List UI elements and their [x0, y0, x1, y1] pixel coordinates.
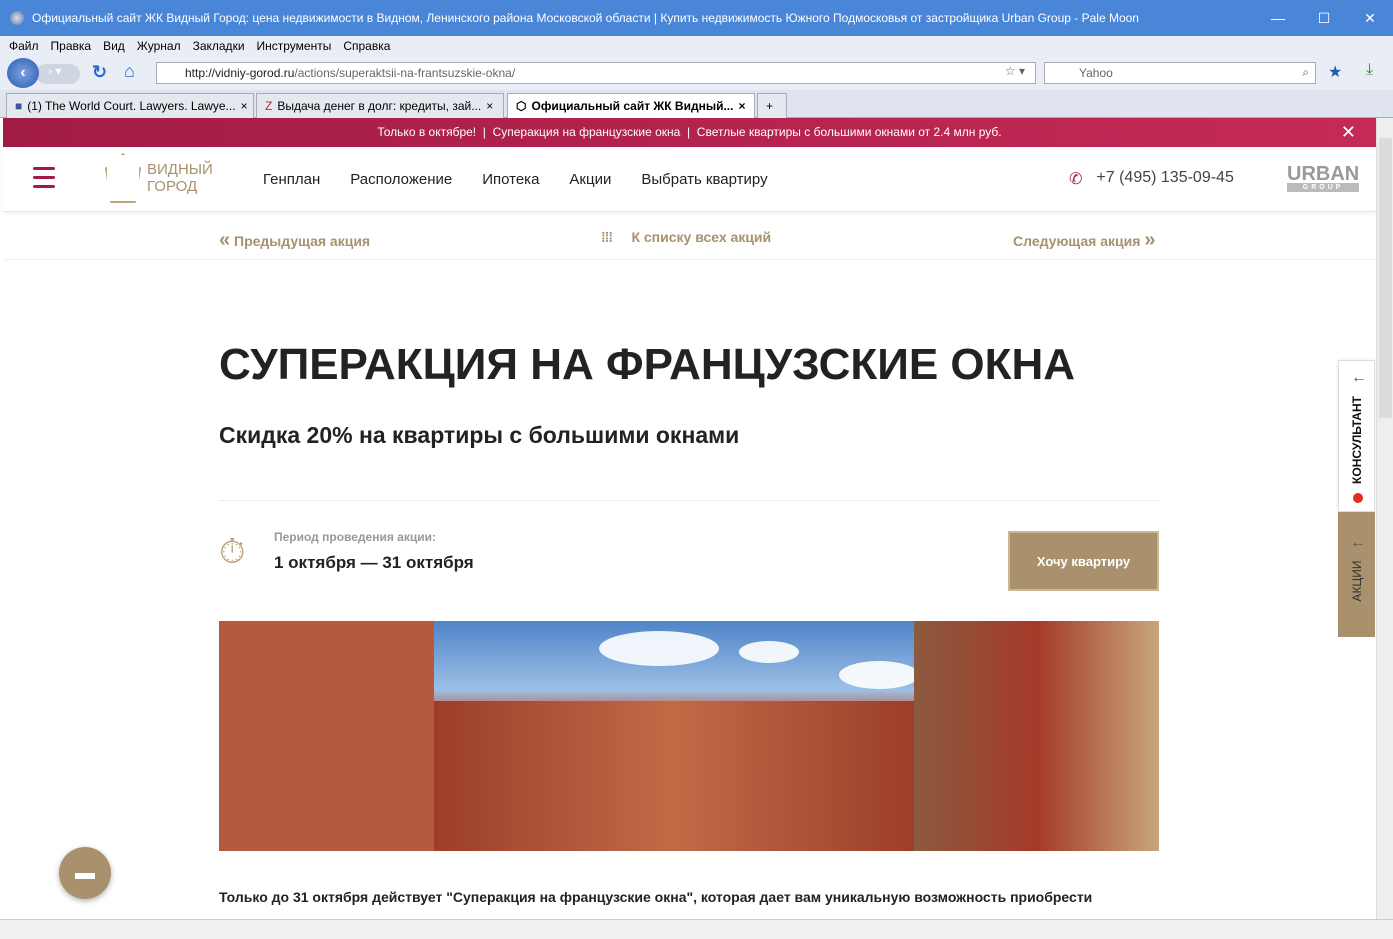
- close-window-button[interactable]: ✕: [1347, 0, 1393, 36]
- download-icon[interactable]: ⤓: [1366, 61, 1373, 79]
- facebook-icon: ■: [15, 99, 23, 113]
- stopwatch-icon: ⏱: [219, 533, 246, 571]
- arrow-left-icon: ←: [1350, 534, 1366, 551]
- close-tab-icon[interactable]: ×: [738, 99, 745, 113]
- chat-button[interactable]: ▬: [59, 847, 111, 899]
- bookmark-star-icon[interactable]: ☆ ▾: [1005, 64, 1025, 78]
- period-value: 1 октября — 31 октября: [274, 553, 474, 572]
- page-scrollbar[interactable]: [1376, 118, 1393, 919]
- actions-tab[interactable]: ← АКЦИИ: [1338, 512, 1375, 637]
- back-button[interactable]: ‹: [7, 58, 39, 88]
- site-logo[interactable]: ВИДНЫЙ ГОРОД: [105, 153, 213, 203]
- menu-edit[interactable]: Правка: [51, 39, 92, 53]
- tab-vidniy[interactable]: ⬡ Официальный сайт ЖК Видный... ×: [507, 93, 755, 118]
- consultant-tab[interactable]: ← КОНСУЛЬТАНТ: [1338, 360, 1375, 512]
- tab-facebook[interactable]: ■ (1) The World Court. Lawyers. Lawye... ×: [6, 93, 254, 118]
- reload-icon[interactable]: ↻: [92, 62, 107, 83]
- navigation-toolbar: › ▾ ‹ ↻ ⌂ http://vidniy-gorod.ru/actions…: [0, 56, 1393, 90]
- z-icon: Z: [265, 99, 273, 113]
- window-title: Официальный сайт ЖК Видный Город: цена н…: [32, 11, 1139, 25]
- scrollbar-thumb[interactable]: [1379, 138, 1392, 418]
- prev-action-link[interactable]: « Предыдущая акция: [219, 229, 370, 252]
- promo-building-image: [219, 621, 1159, 851]
- online-indicator: [1353, 493, 1363, 503]
- want-apartment-button[interactable]: Хочу квартиру: [1008, 531, 1159, 591]
- period-label: Период проведения акции:: [274, 530, 436, 544]
- new-tab-button[interactable]: +: [757, 93, 787, 118]
- menu-help[interactable]: Справка: [343, 39, 390, 53]
- window-titlebar: Официальный сайт ЖК Видный Город: цена н…: [0, 0, 1393, 36]
- all-actions-link[interactable]: ⁞⁞⁞ К списку всех акций: [601, 229, 771, 245]
- tab-bar: ■ (1) The World Court. Lawyers. Lawye... ×…: [0, 90, 1393, 118]
- browser-icon: [10, 11, 24, 25]
- double-chevron-left-icon: «: [219, 229, 231, 251]
- nav-genplan[interactable]: Генплан: [263, 171, 320, 188]
- maximize-button[interactable]: ☐: [1301, 0, 1347, 36]
- arrow-left-icon: ←: [1351, 369, 1367, 386]
- home-icon[interactable]: ⌂: [124, 61, 135, 82]
- menu-file[interactable]: Файл: [9, 39, 39, 53]
- promo-banner[interactable]: Только в октябре! | Суперакция на францу…: [3, 118, 1376, 147]
- double-chevron-right-icon: »: [1144, 229, 1156, 251]
- next-action-link[interactable]: Следующая акция »: [1013, 229, 1155, 252]
- phone-icon: ✆: [1069, 171, 1083, 188]
- forward-button[interactable]: › ▾: [36, 64, 80, 84]
- page-subtitle: Скидка 20% на квартиры с большими окнами: [219, 422, 740, 448]
- status-bar: [0, 919, 1393, 939]
- body-text: Только до 31 октября действует "Суперакц…: [219, 889, 1093, 905]
- nav-choose-apartment[interactable]: Выбрать квартиру: [641, 171, 767, 188]
- close-tab-icon[interactable]: ×: [486, 99, 493, 113]
- search-input[interactable]: Yahoo ⌕: [1044, 62, 1316, 84]
- chat-icon: ▬: [75, 861, 95, 884]
- search-icon[interactable]: ⌕: [1302, 65, 1309, 80]
- nav-location[interactable]: Расположение: [350, 171, 452, 188]
- site-header: ВИДНЫЙ ГОРОД Генплан Расположение Ипотека…: [3, 147, 1376, 212]
- main-nav: Генплан Расположение Ипотека Акции Выбра…: [263, 171, 768, 188]
- site-icon: ⬡: [516, 99, 527, 113]
- addon-icon[interactable]: ★: [1328, 62, 1342, 82]
- action-navigation: « Предыдущая акция ⁞⁞⁞ К списку всех акц…: [3, 212, 1376, 260]
- lion-logo-icon: [105, 153, 141, 203]
- phone-link[interactable]: ✆ +7 (495) 135-09-45: [1069, 169, 1234, 189]
- menu-history[interactable]: Журнал: [137, 39, 181, 53]
- nav-mortgage[interactable]: Ипотека: [482, 171, 539, 188]
- menu-bookmarks[interactable]: Закладки: [193, 39, 245, 53]
- menu-view[interactable]: Вид: [103, 39, 125, 53]
- page-title: СУПЕРАКЦИЯ НА ФРАНЦУЗСКИЕ ОКНА: [219, 340, 1076, 389]
- grid-icon: ⁞⁞⁞: [601, 229, 613, 245]
- menu-tools[interactable]: Инструменты: [257, 39, 332, 53]
- hamburger-menu-icon[interactable]: [33, 167, 55, 194]
- tab-loans[interactable]: Z Выдача денег в долг: кредиты, зай... ×: [256, 93, 504, 118]
- close-promo-icon[interactable]: ✕: [1341, 118, 1356, 147]
- close-tab-icon[interactable]: ×: [241, 99, 248, 113]
- minimize-button[interactable]: —: [1255, 0, 1301, 36]
- urban-group-logo[interactable]: URBAN GROUP: [1287, 164, 1360, 192]
- nav-actions[interactable]: Акции: [569, 171, 611, 188]
- divider: [219, 500, 1159, 501]
- menu-bar: Файл Правка Вид Журнал Закладки Инструме…: [0, 36, 1393, 56]
- address-bar[interactable]: http://vidniy-gorod.ru/actions/superakts…: [156, 62, 1036, 84]
